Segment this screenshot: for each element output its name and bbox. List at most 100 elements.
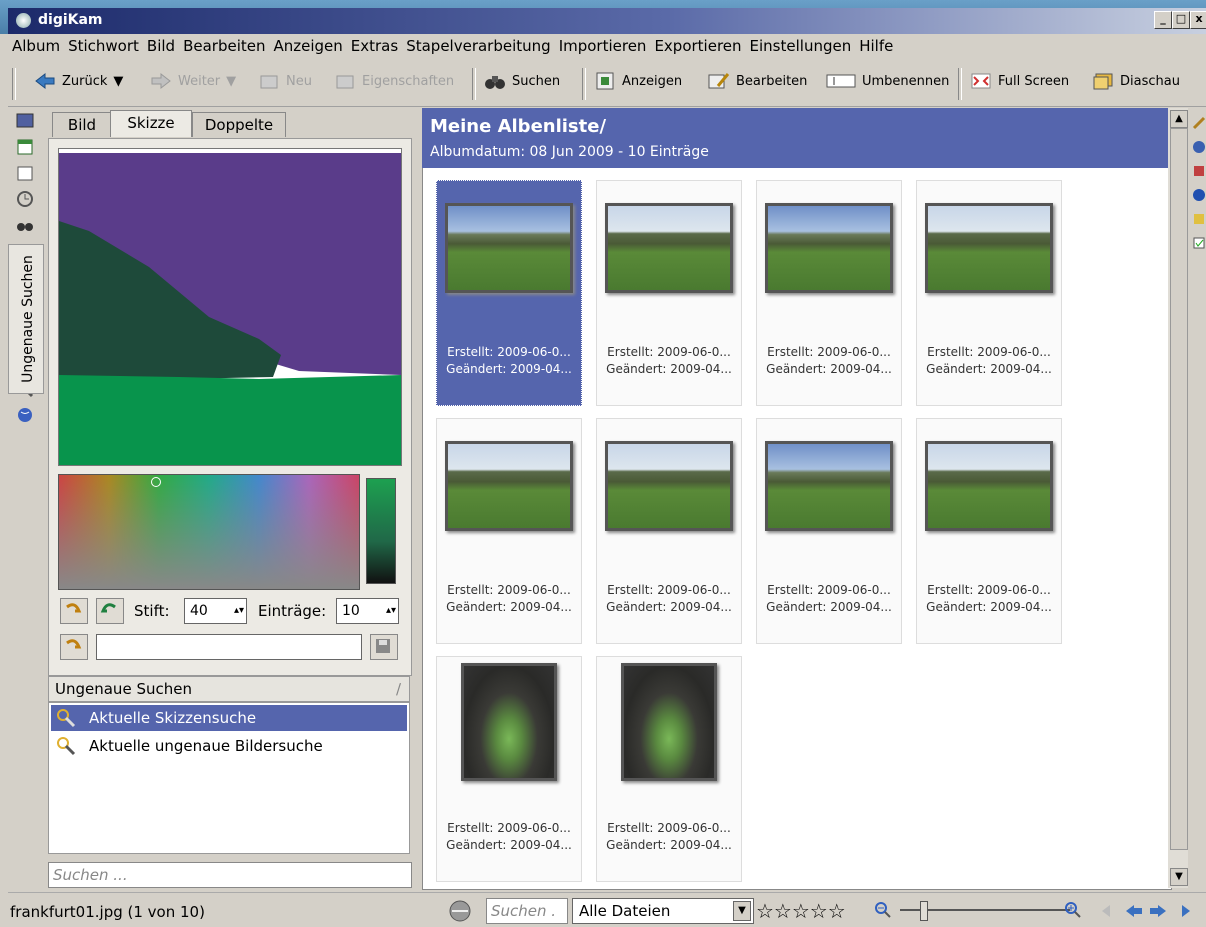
edit-button[interactable]: Bearbeiten [708,72,807,90]
menu-extras[interactable]: Extras [347,34,402,58]
geolocation-icon[interactable] [1192,188,1206,202]
thumbnail-item[interactable]: Erstellt: 2009-06-0... Geändert: 2009-04.… [596,656,742,882]
tab-skizze[interactable]: Skizze [110,110,192,137]
slideshow-button[interactable]: Diaschau [1092,72,1180,90]
entries-spinbox[interactable]: 10 ▴▾ [336,598,399,624]
map-globe-icon[interactable] [16,406,34,424]
maximize-button[interactable]: □ [1172,11,1190,29]
menu-anzeigen[interactable]: Anzeigen [269,34,346,58]
minimize-button[interactable]: _ [1154,11,1172,29]
thumbnail-image[interactable] [765,441,893,531]
calendar-icon[interactable] [16,138,34,156]
previous-image-icon[interactable] [1124,903,1144,919]
comments-icon[interactable] [1192,212,1206,226]
albums-icon[interactable] [16,112,34,130]
search-button[interactable]: Suchen [484,72,560,90]
thumbnail-image[interactable] [605,441,733,531]
close-button[interactable]: x [1190,11,1206,29]
zoom-slider-handle[interactable] [920,901,928,921]
fuzzy-header-label: Ungenaue Suchen [55,680,192,698]
info-icon[interactable] [1192,140,1206,154]
thumbnail-created-label: Erstellt: 2009-06-0... [767,583,891,597]
save-sketch-button[interactable] [370,634,398,660]
color-value-slider[interactable] [366,478,396,584]
menu-bild[interactable]: Bild [143,34,179,58]
tab-bild[interactable]: Bild [52,112,112,137]
thumbnail-item[interactable]: Erstellt: 2009-06-0... Geändert: 2009-04.… [596,180,742,406]
back-button[interactable]: Zurück ▼ [34,72,123,90]
chevron-down-icon[interactable]: ▼ [733,901,751,921]
menu-album[interactable]: Album [8,34,64,58]
thumbnail-image[interactable] [461,663,557,781]
load-sketch-button[interactable] [60,634,88,660]
list-item[interactable]: Aktuelle Skizzensuche [51,705,407,731]
properties-pen-icon[interactable] [1192,116,1206,130]
thumbnail-image[interactable] [605,203,733,293]
first-image-icon[interactable] [1100,903,1120,919]
last-image-icon[interactable] [1172,903,1192,919]
menu-importieren[interactable]: Importieren [555,34,651,58]
zoom-in-icon[interactable] [1064,901,1082,919]
scroll-down-arrow[interactable]: ▼ [1170,868,1188,886]
properties-button[interactable]: Eigenschaften [334,72,454,90]
thumbnail-item[interactable]: Erstellt: 2009-06-0... Geändert: 2009-04.… [756,180,902,406]
search-binoculars-icon[interactable] [16,216,34,234]
fuzzy-search-vertical-tab[interactable]: Ungenaue Suchen [8,244,44,394]
thumbnail-item[interactable]: Erstellt: 2009-06-0... Geändert: 2009-04.… [916,180,1062,406]
file-filter-select[interactable]: Alle Dateien ▼ [572,898,754,924]
color-palette[interactable] [58,474,360,590]
vertical-scrollbar[interactable]: ▲ ▼ [1168,108,1188,888]
fullscreen-button[interactable]: Full Screen [970,72,1069,90]
chevron-down-icon[interactable]: ▼ [113,74,123,89]
thumbnail-image[interactable] [445,441,573,531]
redo-button[interactable] [96,598,124,624]
forward-button[interactable]: Weiter ▼ [150,72,236,90]
thumbnail-image[interactable] [621,663,717,781]
metadata-icon[interactable] [1192,164,1206,178]
menu-bearbeiten[interactable]: Bearbeiten [179,34,269,58]
menu-hilfe[interactable]: Hilfe [855,34,897,58]
color-picker-marker[interactable] [151,477,161,487]
chevron-down-icon[interactable]: ▼ [226,74,236,89]
thumbnail-image[interactable] [765,203,893,293]
status-indicator-icon[interactable] [448,899,472,923]
view-button[interactable]: Anzeigen [594,72,682,90]
thumbnail-item[interactable]: Erstellt: 2009-06-0... Geändert: 2009-04.… [436,180,582,406]
sort-icon[interactable]: ∕ [396,677,401,701]
tags-check-icon[interactable] [1192,236,1206,250]
thumbnail-item[interactable]: Erstellt: 2009-06-0... Geändert: 2009-04.… [436,656,582,882]
tags-icon[interactable] [16,164,34,182]
menu-exportieren[interactable]: Exportieren [650,34,745,58]
thumbnail-image[interactable] [925,203,1053,293]
menu-stapelverarbeitung[interactable]: Stapelverarbeitung [402,34,554,58]
timeline-icon[interactable] [16,190,34,208]
thumbnail-image[interactable] [925,441,1053,531]
fuzzy-search-input[interactable]: Suchen ... [48,862,412,888]
sketch-name-input[interactable] [96,634,362,660]
spin-arrows-icon[interactable]: ▴▾ [234,599,244,623]
thumbnail-item[interactable]: Erstellt: 2009-06-0... Geändert: 2009-04.… [756,418,902,644]
menu-stichwort[interactable]: Stichwort [64,34,143,58]
new-button[interactable]: Neu [258,72,312,90]
thumbnail-image[interactable] [445,203,573,293]
scroll-up-arrow[interactable]: ▲ [1170,110,1188,128]
toolbar-handle[interactable] [12,68,16,100]
thumbnail-item[interactable]: Erstellt: 2009-06-0... Geändert: 2009-04.… [436,418,582,644]
rating-filter-stars[interactable]: ☆☆☆☆☆ [756,899,846,923]
list-item-label: Aktuelle ungenaue Bildersuche [89,737,323,755]
list-item[interactable]: Aktuelle ungenaue Bildersuche [51,733,407,759]
spin-arrows-icon[interactable]: ▴▾ [386,599,396,623]
status-search-input[interactable]: Suchen . [486,898,568,924]
scrollbar-thumb[interactable] [1170,128,1188,850]
next-image-icon[interactable] [1148,903,1168,919]
sketch-canvas[interactable] [58,148,402,466]
thumbnail-item[interactable]: Erstellt: 2009-06-0... Geändert: 2009-04.… [916,418,1062,644]
menu-einstellungen[interactable]: Einstellungen [746,34,856,58]
undo-button[interactable] [60,598,88,624]
thumbnail-item[interactable]: Erstellt: 2009-06-0... Geändert: 2009-04.… [596,418,742,644]
pen-size-spinbox[interactable]: 40 ▴▾ [184,598,247,624]
zoom-out-icon[interactable] [874,901,892,919]
rename-button[interactable]: Umbenennen [826,72,949,90]
reset-icon [66,639,82,649]
tab-doppelte[interactable]: Doppelte [192,112,286,137]
